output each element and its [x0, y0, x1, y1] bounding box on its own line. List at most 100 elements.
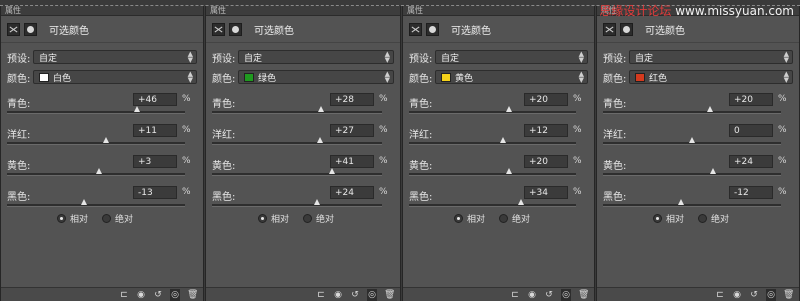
trash-icon[interactable]: 🗑: [187, 289, 198, 301]
preset-select[interactable]: 自定 ▲ ▼: [435, 50, 588, 64]
slider-track[interactable]: [603, 111, 781, 114]
select-caret-icon: ▲ ▼: [783, 70, 789, 84]
eye-preview-icon[interactable]: ◉: [136, 289, 146, 301]
panel-titlebar: 可选颜色: [1, 16, 203, 43]
panel-tab[interactable]: 属性: [206, 6, 400, 16]
slider-track[interactable]: [212, 142, 382, 145]
slider-value-input[interactable]: +46: [133, 93, 177, 106]
method-absolute[interactable]: 绝对: [303, 212, 334, 225]
clip-to-layer-icon[interactable]: ⊏: [510, 289, 520, 301]
slider-thumb[interactable]: [678, 199, 684, 205]
visibility-icon[interactable]: ◎: [367, 288, 377, 301]
slider-value-input[interactable]: -12: [729, 186, 773, 199]
slider-track[interactable]: [212, 111, 382, 114]
eye-preview-icon[interactable]: ◉: [333, 289, 343, 301]
radio-absolute[interactable]: [303, 214, 313, 223]
slider-value-input[interactable]: +20: [524, 155, 568, 168]
colors-select[interactable]: 白色 ▲ ▼: [33, 70, 197, 84]
slider-thumb[interactable]: [506, 106, 512, 112]
clip-to-layer-icon[interactable]: ⊏: [715, 289, 725, 301]
radio-relative[interactable]: [57, 214, 66, 223]
visibility-icon[interactable]: ◎: [561, 288, 571, 301]
slider-value-input[interactable]: +24: [729, 155, 773, 168]
radio-absolute[interactable]: [499, 214, 509, 223]
reset-icon[interactable]: ↺: [153, 289, 163, 301]
method-absolute[interactable]: 绝对: [499, 212, 530, 225]
slider-thumb[interactable]: [317, 137, 323, 143]
slider-value-input[interactable]: 0: [729, 124, 773, 137]
slider-track[interactable]: [409, 173, 576, 176]
method-absolute[interactable]: 绝对: [698, 212, 729, 225]
slider-thumb[interactable]: [103, 137, 109, 143]
preset-select[interactable]: 自定 ▲ ▼: [629, 50, 793, 64]
slider-thumb[interactable]: [96, 168, 102, 174]
colors-select[interactable]: 黄色 ▲ ▼: [435, 70, 588, 84]
slider-thumb[interactable]: [707, 106, 713, 112]
slider-track[interactable]: [409, 204, 576, 207]
slider-value-input[interactable]: +41: [330, 155, 374, 168]
colors-select[interactable]: 绿色 ▲ ▼: [238, 70, 394, 84]
slider-thumb[interactable]: [710, 168, 716, 174]
slider-track[interactable]: [7, 142, 185, 145]
method-relative[interactable]: 相对: [258, 212, 289, 225]
clip-to-layer-icon[interactable]: ⊏: [316, 289, 326, 301]
mask-icon[interactable]: [229, 22, 242, 36]
slider-value-input[interactable]: +20: [524, 93, 568, 106]
slider-thumb[interactable]: [329, 168, 335, 174]
radio-relative[interactable]: [653, 214, 662, 223]
slider-thumb[interactable]: [518, 199, 524, 205]
method-relative[interactable]: 相对: [57, 212, 88, 225]
radio-absolute[interactable]: [698, 214, 708, 223]
slider-track[interactable]: [603, 204, 781, 207]
radio-relative[interactable]: [258, 214, 267, 223]
radio-absolute[interactable]: [102, 214, 112, 223]
eye-preview-icon[interactable]: ◉: [732, 289, 742, 301]
mask-icon[interactable]: [620, 22, 633, 36]
slider-thumb[interactable]: [689, 137, 695, 143]
slider-value-input[interactable]: +34: [524, 186, 568, 199]
visibility-icon[interactable]: ◎: [170, 288, 180, 301]
slider-value-input[interactable]: +3: [133, 155, 177, 168]
visibility-icon[interactable]: ◎: [766, 288, 776, 301]
slider-thumb[interactable]: [506, 168, 512, 174]
method-absolute[interactable]: 绝对: [102, 212, 133, 225]
slider-track[interactable]: [7, 111, 185, 114]
slider-value-input[interactable]: +27: [330, 124, 374, 137]
preset-select[interactable]: 自定 ▲ ▼: [238, 50, 394, 64]
slider-track[interactable]: [212, 173, 382, 176]
slider-track[interactable]: [7, 204, 185, 207]
trash-icon[interactable]: 🗑: [384, 289, 395, 301]
panel-tab[interactable]: 属性: [1, 6, 203, 16]
preset-select[interactable]: 自定 ▲ ▼: [33, 50, 197, 64]
slider-thumb[interactable]: [318, 106, 324, 112]
slider-track[interactable]: [212, 204, 382, 207]
slider-thumb[interactable]: [314, 199, 320, 205]
trash-icon[interactable]: 🗑: [578, 289, 589, 301]
slider-value-input[interactable]: +11: [133, 124, 177, 137]
slider-value-input[interactable]: +24: [330, 186, 374, 199]
slider-track[interactable]: [603, 173, 781, 176]
preset-row: 预设: 自定 ▲ ▼: [597, 47, 799, 67]
clip-to-layer-icon[interactable]: ⊏: [119, 289, 129, 301]
slider-value-input[interactable]: +20: [729, 93, 773, 106]
reset-icon[interactable]: ↺: [749, 289, 759, 301]
panel-tab[interactable]: 属性: [403, 6, 594, 16]
trash-icon[interactable]: 🗑: [783, 289, 794, 301]
eye-preview-icon[interactable]: ◉: [527, 289, 537, 301]
slider-thumb[interactable]: [500, 137, 506, 143]
slider-track[interactable]: [409, 111, 576, 114]
slider-thumb[interactable]: [81, 199, 87, 205]
reset-icon[interactable]: ↺: [350, 289, 360, 301]
slider-thumb[interactable]: [134, 106, 140, 112]
reset-icon[interactable]: ↺: [544, 289, 554, 301]
slider-track[interactable]: [409, 142, 576, 145]
mask-icon[interactable]: [426, 22, 439, 36]
slider-value-input[interactable]: +28: [330, 93, 374, 106]
slider-value-input[interactable]: +12: [524, 124, 568, 137]
method-relative[interactable]: 相对: [653, 212, 684, 225]
mask-icon[interactable]: [24, 22, 37, 36]
radio-relative[interactable]: [454, 214, 463, 223]
colors-select[interactable]: 红色 ▲ ▼: [629, 70, 793, 84]
method-relative[interactable]: 相对: [454, 212, 485, 225]
slider-value-input[interactable]: -13: [133, 186, 177, 199]
